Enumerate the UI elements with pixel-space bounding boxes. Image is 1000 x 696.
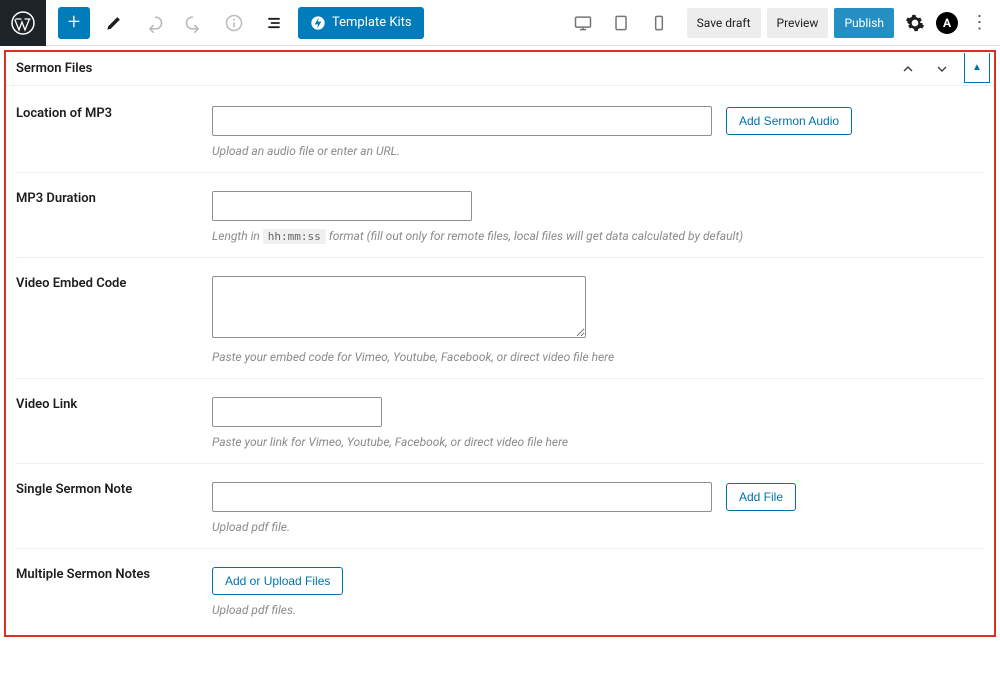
single-note-help: Upload pdf file. — [212, 520, 984, 534]
add-file-button[interactable]: Add File — [726, 483, 796, 511]
collapse-toggle[interactable]: ▲ — [964, 53, 990, 83]
mp3-location-help: Upload an audio file or enter an URL. — [212, 144, 984, 158]
move-up-button[interactable] — [896, 57, 920, 81]
info-button[interactable] — [218, 7, 250, 39]
undo-button[interactable] — [138, 7, 170, 39]
metabox-fields: Location of MP3 Add Sermon Audio Upload … — [6, 86, 994, 635]
list-icon — [264, 13, 284, 33]
editor-body: Sermon Files ▲ Location of MP3 — [0, 46, 1000, 641]
single-note-label: Single Sermon Note — [16, 482, 212, 534]
redo-button[interactable] — [178, 7, 210, 39]
theme-badge[interactable]: A — [936, 12, 958, 34]
single-note-input[interactable] — [212, 482, 712, 512]
toolbar-left: + Template Kits — [46, 7, 424, 39]
wordpress-logo[interactable] — [0, 0, 46, 46]
chevron-up-icon — [900, 61, 916, 77]
field-single-note: Single Sermon Note Add File Upload pdf f… — [16, 464, 984, 549]
video-link-help: Paste your link for Vimeo, Youtube, Face… — [212, 435, 984, 449]
desktop-icon — [573, 13, 593, 33]
astra-icon: A — [943, 16, 951, 30]
video-embed-textarea[interactable] — [212, 276, 586, 338]
outline-button[interactable] — [258, 7, 290, 39]
preview-button[interactable]: Preview — [767, 8, 829, 38]
template-kits-label: Template Kits — [332, 15, 412, 30]
field-multiple-notes: Multiple Sermon Notes Add or Upload File… — [16, 549, 984, 631]
edit-mode-button[interactable] — [98, 7, 130, 39]
video-link-label: Video Link — [16, 397, 212, 449]
responsive-preview — [567, 7, 675, 39]
multiple-notes-label: Multiple Sermon Notes — [16, 567, 212, 617]
metabox-controls: ▲ — [896, 55, 994, 83]
plus-icon: + — [68, 10, 80, 35]
mp3-duration-label: MP3 Duration — [16, 191, 212, 243]
editor-top-bar: + Template Kits — [0, 0, 1000, 46]
add-block-button[interactable]: + — [58, 7, 90, 39]
more-options-button[interactable]: ⋮ — [964, 8, 994, 38]
video-embed-label: Video Embed Code — [16, 276, 212, 364]
sermon-files-metabox: Sermon Files ▲ Location of MP3 — [6, 52, 994, 635]
move-down-button[interactable] — [930, 57, 954, 81]
pencil-icon — [104, 13, 124, 33]
mp3-location-input[interactable] — [212, 106, 712, 136]
mobile-preview-button[interactable] — [643, 7, 675, 39]
dots-vertical-icon: ⋮ — [971, 12, 988, 33]
wordpress-icon — [11, 11, 35, 35]
undo-icon — [144, 13, 164, 33]
tablet-icon — [611, 13, 631, 33]
bolt-icon — [310, 15, 326, 31]
mobile-icon — [649, 13, 669, 33]
toolbar-right: Save draft Preview Publish A ⋮ — [567, 7, 994, 39]
mp3-duration-input[interactable] — [212, 191, 472, 221]
template-kits-button[interactable]: Template Kits — [298, 7, 424, 39]
desktop-preview-button[interactable] — [567, 7, 599, 39]
duration-format-code: hh:mm:ss — [263, 229, 326, 244]
field-mp3-duration: MP3 Duration Length in hh:mm:ss format (… — [16, 173, 984, 258]
publish-button[interactable]: Publish — [834, 8, 894, 38]
field-video-link: Video Link Paste your link for Vimeo, Yo… — [16, 379, 984, 464]
mp3-duration-help: Length in hh:mm:ss format (fill out only… — [212, 229, 984, 243]
save-draft-button[interactable]: Save draft — [687, 8, 761, 38]
add-sermon-audio-button[interactable]: Add Sermon Audio — [726, 107, 852, 135]
tablet-preview-button[interactable] — [605, 7, 637, 39]
redo-icon — [184, 13, 204, 33]
settings-button[interactable] — [900, 8, 930, 38]
multiple-notes-help: Upload pdf files. — [212, 603, 984, 617]
mp3-location-label: Location of MP3 — [16, 106, 212, 158]
video-embed-help: Paste your embed code for Vimeo, Youtube… — [212, 350, 984, 364]
metabox-header: Sermon Files ▲ — [6, 52, 994, 86]
metabox-title: Sermon Files — [16, 61, 92, 76]
info-icon — [224, 13, 244, 33]
field-video-embed: Video Embed Code Paste your embed code f… — [16, 258, 984, 379]
gear-icon — [905, 13, 925, 33]
video-link-input[interactable] — [212, 397, 382, 427]
chevron-down-icon — [934, 61, 950, 77]
sermon-files-metabox-highlight: Sermon Files ▲ Location of MP3 — [4, 50, 996, 637]
field-mp3-location: Location of MP3 Add Sermon Audio Upload … — [16, 88, 984, 173]
add-upload-files-button[interactable]: Add or Upload Files — [212, 567, 343, 595]
